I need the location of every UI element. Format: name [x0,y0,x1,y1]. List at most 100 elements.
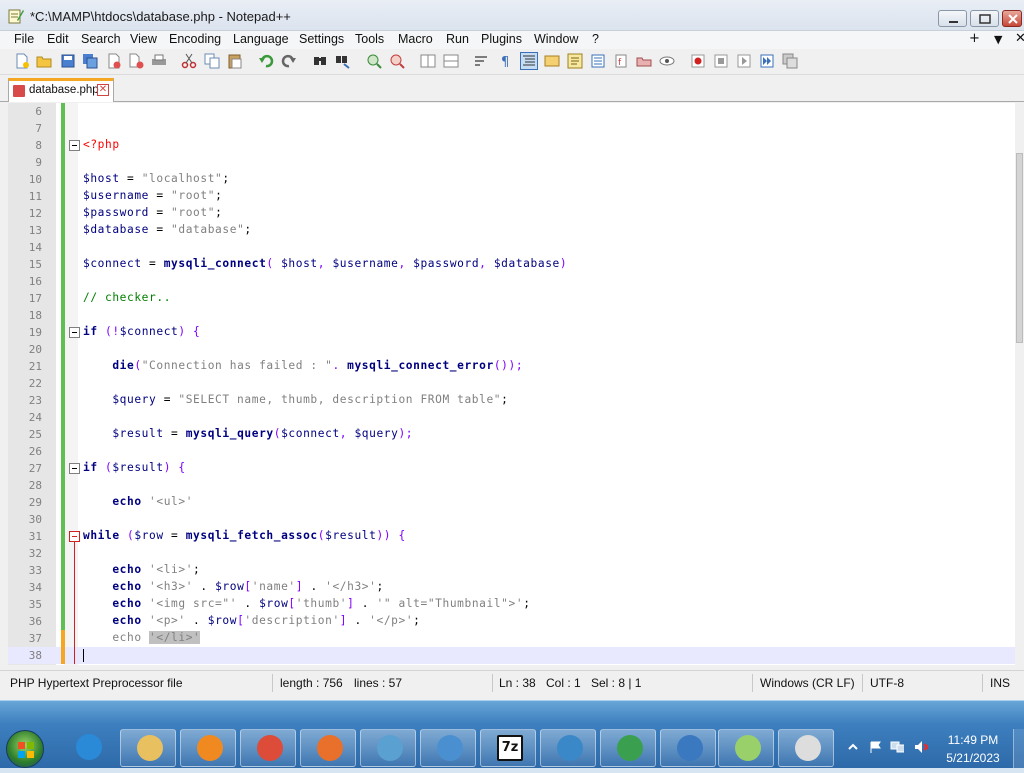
action-center-flag-icon[interactable] [868,740,882,754]
code-line[interactable]: 9 [8,154,1015,171]
copy-icon[interactable] [204,53,220,69]
code-line[interactable]: 8 <?php [8,137,1015,154]
menu-macro[interactable]: Macro [398,32,433,46]
taskbar-button-chrome[interactable] [240,729,296,767]
show-hidden-icons-icon[interactable] [846,740,860,754]
status-encoding[interactable]: UTF-8 [870,676,904,690]
monitoring-icon[interactable] [636,53,652,69]
open-file-icon[interactable] [36,53,52,69]
menu-edit[interactable]: Edit [47,32,69,46]
taskbar-button-mysql-workbench[interactable] [540,729,596,767]
zoom-out-icon[interactable] [389,53,405,69]
menu-tools[interactable]: Tools [355,32,384,46]
find-icon[interactable] [312,53,328,69]
sync-vertical-icon[interactable] [420,53,436,69]
sync-horizontal-icon[interactable] [443,53,459,69]
code-line[interactable]: 29 echo '<ul>' [8,494,1015,511]
network-icon[interactable] [890,740,904,754]
scrollbar-thumb[interactable] [1016,153,1023,343]
taskbar-button-notepadpp[interactable] [718,729,774,767]
close-icon[interactable] [106,53,122,69]
menu-search[interactable]: Search [81,32,121,46]
fold-toggle-icon[interactable] [69,327,80,338]
code-line[interactable]: 37 echo '</li>' [8,630,1015,647]
code-line[interactable]: 16 [8,273,1015,290]
taskbar-button-mysql-dolphin[interactable] [360,729,416,767]
minimize-button[interactable] [938,10,967,27]
code-line[interactable]: 17 // checker.. [8,290,1015,307]
status-eol[interactable]: Windows (CR LF) [760,676,855,690]
code-line[interactable]: 19 if (!$connect) { [8,324,1015,341]
code-line[interactable]: 11 $username = "root"; [8,188,1015,205]
maximize-button[interactable] [970,10,999,27]
menu-help[interactable]: ? [592,32,599,46]
code-line[interactable]: 34 echo '<h3>' . $row['name'] . '</h3>'; [8,579,1015,596]
code-line[interactable]: 21 die("Connection has failed : ". mysql… [8,358,1015,375]
menu-file[interactable]: File [14,32,34,46]
code-line[interactable]: 23 $query = "SELECT name, thumb, descrip… [8,392,1015,409]
run-macro-multiple-icon[interactable] [759,53,775,69]
code-line[interactable]: 15 $connect = mysqli_connect( $host, $use… [8,256,1015,273]
code-line[interactable]: 10 $host = "localhost"; [8,171,1015,188]
menu-run[interactable]: Run [446,32,469,46]
stop-record-icon[interactable] [713,53,729,69]
fold-toggle-icon[interactable] [69,140,80,151]
clock-date[interactable]: 5/21/2023 [940,751,1006,765]
folder-workspace-icon[interactable]: f [613,53,629,69]
save-all-icon[interactable] [82,53,98,69]
taskbar-button-network-settings[interactable] [420,729,476,767]
taskbar-button-firefox[interactable] [300,729,356,767]
close-all-icon[interactable] [128,53,144,69]
code-line[interactable]: 18 [8,307,1015,324]
paste-icon[interactable] [227,53,243,69]
tab-list-dropdown[interactable]: ▼ [994,33,1002,46]
save-icon[interactable] [60,53,76,69]
tab-database-php[interactable]: database.php ✕ [8,78,114,102]
new-tab-button[interactable]: + [969,31,980,46]
taskbar-button-dropbox[interactable] [660,729,716,767]
code-line[interactable]: 30 [8,511,1015,528]
code-line[interactable]: 35 echo '<img src="' . $row['thumb'] . '… [8,596,1015,613]
menu-language[interactable]: Language [233,32,289,46]
taskbar-button-file-explorer[interactable] [120,729,176,767]
show-desktop-button[interactable] [1013,729,1024,768]
status-insert-mode[interactable]: INS [990,676,1010,690]
code-line[interactable]: 26 [8,443,1015,460]
code-line[interactable]: 28 [8,477,1015,494]
fold-toggle-icon[interactable] [69,531,80,542]
word-wrap-icon[interactable] [474,53,490,69]
code-line[interactable]: 31 while ($row = mysqli_fetch_assoc($resu… [8,528,1015,545]
code-editor[interactable]: 6 7 8 <?php 9 10 $host = "localhost"; 11 $userna… [8,103,1015,665]
code-line[interactable]: 38 [8,647,1015,664]
print-icon[interactable] [151,53,167,69]
code-line[interactable]: 33 echo '<li>'; [8,562,1015,579]
taskbar-button-internet-explorer[interactable] [60,729,116,767]
taskbar-button-globe-update[interactable] [600,729,656,767]
close-document-button[interactable]: ✕ [1015,31,1024,46]
taskbar-button-media-player[interactable] [180,729,236,767]
new-file-icon[interactable] [14,53,30,69]
save-macro-icon[interactable] [782,53,798,69]
code-line[interactable]: 27 if ($result) { [8,460,1015,477]
code-line[interactable]: 7 [8,120,1015,137]
code-line[interactable]: 36 echo '<p>' . $row['description'] . '<… [8,613,1015,630]
fold-toggle-icon[interactable] [69,463,80,474]
close-window-button[interactable] [1002,10,1022,27]
function-list-icon[interactable] [590,53,606,69]
eye-icon[interactable] [659,53,675,69]
zoom-in-icon[interactable] [366,53,382,69]
record-macro-icon[interactable] [690,53,706,69]
start-button[interactable] [6,730,44,768]
undo-icon[interactable] [258,53,274,69]
vertical-scrollbar[interactable] [1015,103,1024,665]
show-all-chars-icon[interactable]: ¶ [497,53,513,69]
cut-icon[interactable] [181,53,197,69]
user-defined-lang-icon[interactable] [544,53,560,69]
code-line[interactable]: 13 $database = "database"; [8,222,1015,239]
clock-time[interactable]: 11:49 PM [940,733,1006,747]
code-line[interactable]: 32 [8,545,1015,562]
menu-settings[interactable]: Settings [299,32,344,46]
menu-plugins[interactable]: Plugins [481,32,522,46]
playback-icon[interactable] [736,53,752,69]
taskbar-button-7zip[interactable]: 7z [480,729,536,767]
